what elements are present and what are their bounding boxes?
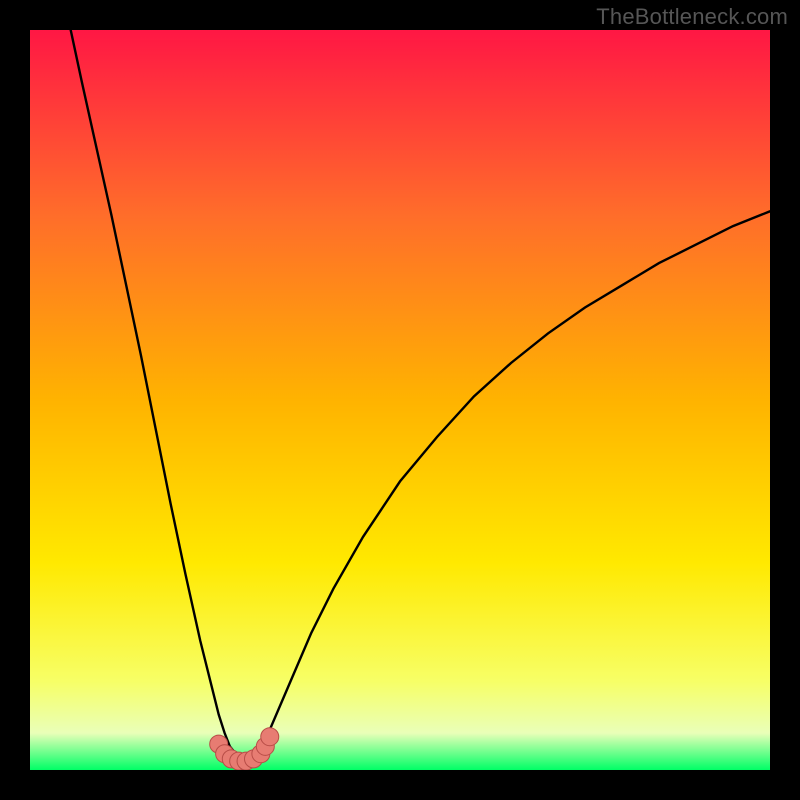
notch-marker: [261, 728, 279, 746]
plot-svg: [30, 30, 770, 770]
chart-frame: TheBottleneck.com: [0, 0, 800, 800]
gradient-background: [30, 30, 770, 770]
plot-area: [30, 30, 770, 770]
watermark-text: TheBottleneck.com: [596, 4, 788, 30]
